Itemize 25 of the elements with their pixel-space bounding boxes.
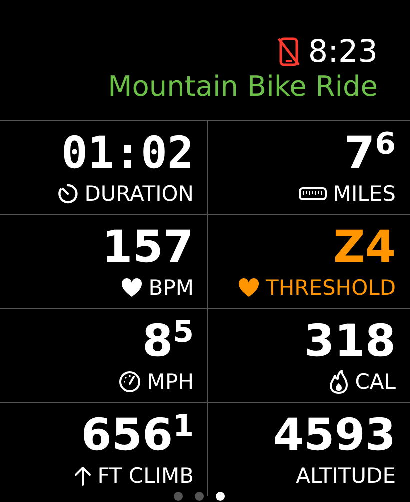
metric-label: MILES bbox=[333, 182, 396, 206]
flame-icon bbox=[329, 370, 350, 394]
ruler-icon bbox=[299, 187, 328, 201]
metric-value: Z4 bbox=[333, 224, 396, 272]
clock-time: 8:23 bbox=[308, 34, 378, 68]
metric-label: BPM bbox=[148, 276, 194, 300]
speedometer-icon bbox=[119, 371, 142, 393]
metric-label: DURATION bbox=[84, 182, 194, 206]
metric-value: 157 bbox=[102, 224, 194, 272]
metric-label: THRESHOLD bbox=[266, 276, 396, 300]
metric-label: ALTITUDE bbox=[296, 464, 396, 488]
timer-icon bbox=[56, 183, 79, 205]
metric-value: 7$^{6}$ bbox=[344, 130, 396, 178]
metric-value: 318 bbox=[304, 318, 396, 366]
metric-label: CAL bbox=[355, 370, 396, 394]
arrow-up-icon bbox=[74, 466, 92, 486]
heart-icon bbox=[120, 278, 143, 298]
heart-icon bbox=[238, 278, 260, 298]
workout-title: Mountain Bike Ride bbox=[107, 70, 379, 105]
metric-value: 4593 bbox=[274, 412, 396, 460]
metric-label: FT CLIMB bbox=[98, 464, 194, 488]
metric-value: 01:02 bbox=[62, 130, 194, 178]
metric-label: MPH bbox=[147, 370, 194, 394]
metric-value: 8$^{5}$ bbox=[142, 318, 194, 366]
metric-value: 656$^{1}$ bbox=[81, 412, 194, 460]
